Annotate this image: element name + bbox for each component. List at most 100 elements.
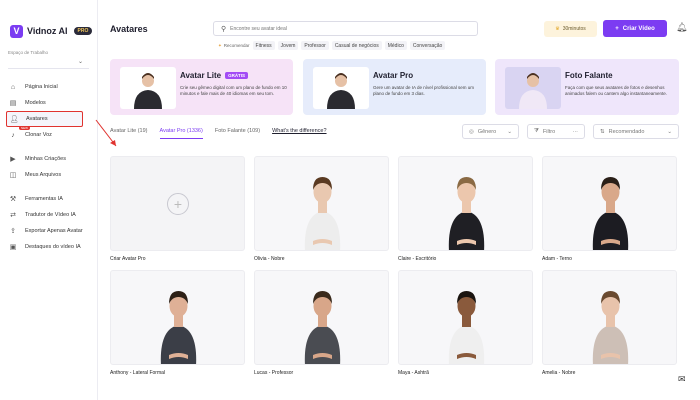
avatar-card[interactable]: Claire - Escritório bbox=[398, 156, 533, 270]
tag-chip[interactable]: Professor bbox=[301, 41, 329, 50]
export-icon: ⇪ bbox=[10, 228, 16, 235]
avatar-card[interactable]: Lucas - Professor bbox=[254, 270, 389, 384]
minutes-badge[interactable]: ♛ 30minutos bbox=[544, 21, 597, 37]
recommend-label: ✦ Recomendar bbox=[218, 42, 250, 49]
search-input[interactable] bbox=[230, 25, 451, 32]
gender-filter[interactable]: ◎ Gênero ⌄ bbox=[462, 124, 519, 139]
banner-0[interactable]: Avatar Lite GRÁTIS Crie seu gêmeo digital… bbox=[110, 59, 293, 115]
sidebar-item-7[interactable]: ⇄ Tradutor de Vídeo IA bbox=[0, 207, 97, 223]
vidnoz-logo-icon: V bbox=[10, 24, 23, 38]
free-badge: GRÁTIS bbox=[225, 72, 249, 79]
banner-title: Avatar Pro bbox=[373, 71, 414, 80]
difference-link[interactable]: What's the difference? bbox=[272, 128, 326, 139]
banner-title: Foto Falante bbox=[565, 71, 613, 80]
workspace-selector[interactable]: ⌄ bbox=[8, 57, 89, 69]
crown-icon: ♛ bbox=[555, 26, 560, 32]
app-name: Vidnoz AI bbox=[27, 26, 68, 36]
voice-icon: ♪ bbox=[11, 131, 15, 139]
banner-2[interactable]: Foto Falante Faça com que seus avatares … bbox=[495, 59, 679, 115]
more-icon: ··· bbox=[572, 128, 579, 135]
banner-description: Crie seu gêmeo digital com um plano de f… bbox=[180, 85, 287, 96]
translate-icon: ⇄ bbox=[10, 212, 16, 219]
sidebar-item-label: Página Inicial bbox=[25, 84, 58, 90]
mail-icon[interactable]: ✉ bbox=[678, 374, 686, 385]
avatar-name: Olivia - Nobre bbox=[254, 256, 285, 262]
avatar-image[interactable] bbox=[110, 270, 245, 365]
avatar-card[interactable]: Anthony - Lateral Formal bbox=[110, 270, 245, 384]
page-title: Avatares bbox=[110, 24, 148, 34]
sidebar-item-4[interactable]: ▶ Minhas Criações bbox=[0, 151, 97, 167]
sidebar-item-0[interactable]: ⌂ Página Inicial bbox=[0, 79, 97, 95]
search-bar[interactable]: ⚲ bbox=[213, 21, 478, 36]
avatar-card[interactable]: Maya - Ashtrã bbox=[398, 270, 533, 384]
sidebar-item-label: Ferramentas IA bbox=[25, 196, 63, 202]
tag-chip[interactable]: Jovem bbox=[277, 41, 299, 50]
avatar-name: Claire - Escritório bbox=[398, 256, 437, 262]
avatar-tabs: Avatar Lite (19) Avatar Pro (1336) Foto Fa… bbox=[110, 128, 327, 139]
sidebar-item-label: Minhas Criações bbox=[25, 156, 66, 162]
bell-icon[interactable]: 🔔︎ bbox=[676, 22, 687, 33]
avatar-image[interactable] bbox=[542, 156, 677, 251]
sidebar-item-label: Destaques do vídeo IA bbox=[25, 244, 81, 250]
filter-button[interactable]: ⧩ Filtro ··· bbox=[527, 124, 585, 139]
banner-1[interactable]: Avatar Pro Gere um avatar de IA de nível… bbox=[303, 59, 486, 115]
sidebar-item-3[interactable]: ♪ Clonar Voz bbox=[0, 127, 97, 143]
avatar-image[interactable] bbox=[254, 156, 389, 251]
create-video-button[interactable]: + Criar Vídeo bbox=[603, 20, 667, 37]
folder-icon: ◫ bbox=[9, 172, 17, 179]
tag-chip[interactable]: Conversação bbox=[409, 41, 446, 50]
banner-avatar-image bbox=[505, 67, 561, 109]
gender-icon: ◎ bbox=[469, 128, 474, 135]
avatar-image[interactable] bbox=[542, 270, 677, 365]
sidebar-item-6[interactable]: ⚒ Ferramentas IA bbox=[0, 191, 97, 207]
template-icon: ▤ bbox=[9, 100, 17, 107]
avatar-name: Maya - Ashtrã bbox=[398, 370, 429, 376]
plus-icon[interactable]: + bbox=[167, 193, 189, 215]
create-avatar-card[interactable]: + Criar Avatar Pro bbox=[110, 156, 245, 270]
tab-2[interactable]: Foto Falante (109) bbox=[215, 128, 260, 139]
sidebar-item-9[interactable]: ▣ Destaques do vídeo IA bbox=[0, 239, 97, 255]
sidebar-item-1[interactable]: ▤ Modelos bbox=[0, 95, 97, 111]
avatar-image[interactable] bbox=[254, 270, 389, 365]
highlight-icon: ▣ bbox=[9, 244, 17, 251]
sidebar-item-label: Avatares bbox=[26, 116, 48, 122]
home-icon: ⌂ bbox=[10, 83, 16, 91]
chevron-down-icon: ⌄ bbox=[667, 128, 672, 135]
pro-badge: PRO bbox=[73, 27, 93, 35]
avatar-name: Amelia - Nobre bbox=[542, 370, 576, 376]
filter-icon: ⧩ bbox=[534, 128, 539, 134]
avatar-image[interactable] bbox=[398, 156, 533, 251]
avatar-image[interactable]: + bbox=[110, 156, 245, 251]
avatar-grid: + Criar Avatar Pro Olivia - Nobre Claire… bbox=[110, 156, 677, 384]
chevron-down-icon: ⌄ bbox=[77, 59, 83, 65]
tools-icon: ⚒ bbox=[9, 196, 17, 203]
logo[interactable]: V Vidnoz AI PRO bbox=[0, 20, 97, 42]
sidebar-item-5[interactable]: ◫ Meus Arquivos bbox=[0, 167, 97, 183]
sort-dropdown[interactable]: ⇅ Recomendado ⌄ bbox=[593, 124, 679, 139]
sidebar-item-label: Clonar Voz bbox=[25, 132, 52, 138]
tag-chip[interactable]: Casual de negócios bbox=[331, 41, 382, 50]
tab-1[interactable]: Avatar Pro (1336) bbox=[159, 128, 203, 139]
sidebar: V Vidnoz AI PRO Espaço de Trabalho ⌄ ⌂ Pá… bbox=[0, 0, 98, 400]
avatar-name: Criar Avatar Pro bbox=[110, 256, 146, 262]
avatar-card[interactable]: Amelia - Nobre bbox=[542, 270, 677, 384]
avatar-image[interactable] bbox=[398, 270, 533, 365]
avatar-name: Lucas - Professor bbox=[254, 370, 294, 376]
tag-chip[interactable]: Médico bbox=[384, 41, 407, 50]
sidebar-item-label: Meus Arquivos bbox=[25, 172, 62, 178]
avatar-card[interactable]: Olivia - Nobre bbox=[254, 156, 389, 270]
sort-icon: ⇅ bbox=[600, 128, 605, 135]
banner-avatar-image bbox=[313, 67, 369, 109]
search-icon: ⚲ bbox=[221, 25, 227, 33]
banner-avatar-image bbox=[120, 67, 176, 109]
sidebar-item-8[interactable]: ⇪ Exportar Apenas Avatar bbox=[0, 223, 97, 239]
banner-title: Avatar Lite GRÁTIS bbox=[180, 71, 249, 80]
tag-chips: ✦ Recomendar Fitness Jovem Professor Casual … bbox=[218, 41, 446, 50]
tag-chip[interactable]: Fitness bbox=[252, 41, 275, 50]
sparkle-icon: ✦ bbox=[218, 42, 222, 48]
sidebar-item-label: Exportar Apenas Avatar bbox=[25, 228, 83, 234]
video-icon: ▶ bbox=[10, 156, 16, 163]
avatar-card[interactable]: Adam - Terno bbox=[542, 156, 677, 270]
workspace-label: Espaço de Trabalho bbox=[8, 50, 49, 55]
sidebar-item-2[interactable]: 👤︎ Avatares NEW bbox=[6, 111, 83, 130]
